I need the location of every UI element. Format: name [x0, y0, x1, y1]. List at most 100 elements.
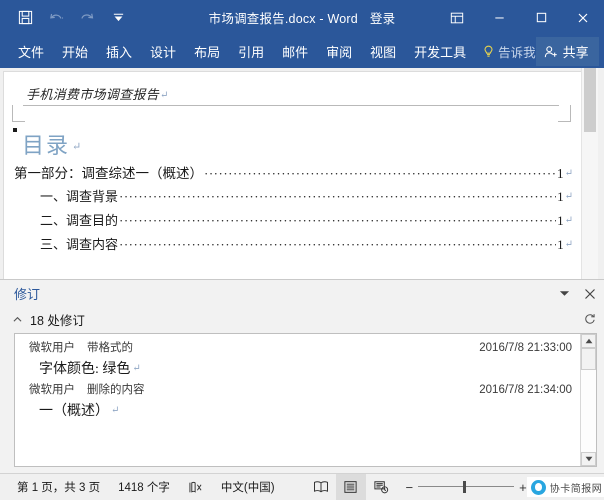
page-header-text: 手机消费市场调查报告↵	[26, 84, 169, 103]
save-icon[interactable]	[14, 7, 36, 29]
tab-file[interactable]: 文件	[14, 38, 53, 65]
close-icon[interactable]	[584, 288, 596, 300]
revision-type: 带格式的	[87, 339, 133, 358]
paragraph-mark: ↵	[111, 405, 119, 416]
margin-corner-top-left	[12, 105, 25, 122]
scrollbar-thumb[interactable]	[581, 348, 596, 370]
toc-entry-page: 1↵	[557, 237, 573, 253]
paragraph-mark: ↵	[160, 90, 169, 101]
tab-insert[interactable]: 插入	[97, 38, 141, 65]
word-window: 市场调查报告.docx - Word登录	[0, 0, 604, 500]
revision-body: 一（概述）↵	[29, 400, 572, 423]
page-indicator[interactable]: 第 1 页，共 3 页	[8, 474, 109, 500]
document-canvas: 手机消费市场调查报告↵ 目录↵ 第一部分：调查综述一（概述） ·········…	[0, 68, 604, 279]
minimize-icon[interactable]	[478, 0, 520, 35]
toc-page-number: 1	[557, 166, 564, 181]
table-of-contents: 第一部分：调查综述一（概述） ·························…	[14, 162, 573, 258]
revision-item[interactable]: 微软用户 带格式的 2016/7/8 21:33:00 字体颜色: 绿色↵	[15, 339, 580, 381]
window-controls	[436, 0, 604, 35]
paragraph-mark: ↵	[132, 363, 140, 374]
watermark-logo-icon	[531, 480, 546, 495]
undo-icon[interactable]	[45, 7, 67, 29]
toc-entry-label: 第一部分：调查综述一（概述）	[14, 162, 203, 182]
tell-me-box[interactable]: 告诉我	[483, 42, 536, 61]
word-count[interactable]: 1418 个字	[109, 474, 179, 500]
lightbulb-icon	[483, 45, 494, 58]
toc-entry[interactable]: 第一部分：调查综述一（概述） ·························…	[14, 162, 573, 186]
scroll-down-icon[interactable]	[581, 452, 596, 466]
toc-entry[interactable]: 一、调查背景 ·································…	[14, 186, 573, 210]
toc-leader-dots: ········································…	[204, 166, 556, 182]
language-indicator[interactable]: 中文(中国)	[212, 474, 284, 500]
revision-body: 字体颜色: 绿色↵	[29, 358, 572, 381]
toc-leader-dots: ········································…	[119, 213, 556, 229]
tab-mailings[interactable]: 邮件	[273, 38, 317, 65]
chevron-down-icon[interactable]	[559, 289, 570, 298]
toc-entry-page: 1↵	[557, 213, 573, 229]
sign-in-label[interactable]: 登录	[370, 12, 395, 26]
document-page[interactable]: 手机消费市场调查报告↵ 目录↵ 第一部分：调查综述一（概述） ·········…	[3, 71, 581, 279]
close-icon[interactable]	[562, 0, 604, 35]
zoom-slider-rail	[418, 486, 514, 487]
toc-entry-page: 1↵	[557, 189, 573, 205]
revisions-count-label: 18 处修订	[30, 310, 85, 329]
revision-meta: 微软用户 删除的内容 2016/7/8 21:34:00	[29, 381, 572, 400]
refresh-icon[interactable]	[584, 313, 596, 325]
ribbon-display-options-icon[interactable]	[436, 0, 478, 35]
print-layout-icon[interactable]	[336, 474, 366, 500]
title-bar: 市场调查报告.docx - Word登录	[0, 0, 604, 35]
revisions-vertical-scrollbar[interactable]	[580, 334, 596, 466]
paragraph-mark: ↵	[565, 239, 573, 250]
read-mode-icon[interactable]	[306, 474, 336, 500]
collapse-caret-icon[interactable]	[12, 316, 22, 323]
tab-view[interactable]: 视图	[361, 38, 405, 65]
document-vertical-scrollbar[interactable]	[581, 68, 598, 279]
person-add-icon	[544, 45, 559, 59]
zoom-slider[interactable]	[418, 481, 514, 493]
zoom-in-button[interactable]: +	[519, 481, 527, 494]
tab-review[interactable]: 审阅	[317, 38, 361, 65]
scroll-up-icon[interactable]	[581, 334, 596, 348]
proofing-errors-icon[interactable]	[179, 474, 212, 500]
toc-entry-page: 1↵	[557, 166, 573, 182]
paragraph-mark: ↵	[565, 191, 573, 202]
tab-references[interactable]: 引用	[229, 38, 273, 65]
revisions-count-row: 18 处修订	[0, 307, 604, 331]
toc-entry-label: 三、调查内容	[40, 234, 118, 253]
web-layout-icon[interactable]	[366, 474, 396, 500]
zoom-control: − +	[406, 481, 527, 494]
share-button[interactable]: 共享	[536, 37, 599, 66]
toc-page-number: 1	[557, 213, 564, 228]
maximize-icon[interactable]	[520, 0, 562, 35]
toc-heading: 目录↵	[22, 128, 81, 160]
zoom-slider-handle[interactable]	[463, 481, 466, 493]
toc-page-number: 1	[557, 189, 564, 204]
toc-entry[interactable]: 三、调查内容 ·································…	[14, 234, 573, 258]
revision-body-text: 一（概述）	[39, 404, 109, 419]
revision-body-text: 字体颜色: 绿色	[39, 362, 130, 377]
revisions-pane-header: 修订	[0, 280, 604, 307]
customize-qat-icon[interactable]	[107, 7, 129, 29]
toc-leader-dots: ········································…	[119, 237, 556, 253]
tab-home[interactable]: 开始	[53, 38, 97, 65]
revision-item[interactable]: 微软用户 删除的内容 2016/7/8 21:34:00 一（概述）↵	[15, 381, 580, 423]
tab-developer[interactable]: 开发工具	[405, 38, 475, 65]
watermark-label: 协卡简报网	[550, 480, 603, 495]
tab-design[interactable]: 设计	[141, 38, 185, 65]
toc-entry[interactable]: 二、调查目的 ·································…	[14, 210, 573, 234]
quick-access-toolbar	[0, 7, 129, 29]
toc-leader-dots: ········································…	[119, 189, 556, 205]
tab-layout[interactable]: 布局	[185, 38, 229, 65]
revisions-list: 微软用户 带格式的 2016/7/8 21:33:00 字体颜色: 绿色↵ 微软…	[15, 334, 580, 466]
scrollbar-thumb[interactable]	[584, 68, 596, 132]
status-bar: 第 1 页，共 3 页 1418 个字 中文(中国)	[0, 473, 604, 500]
revision-author: 微软用户	[29, 339, 75, 358]
view-mode-buttons	[306, 474, 396, 500]
watermark-badge: 协卡简报网	[527, 477, 604, 497]
revision-timestamp: 2016/7/8 21:34:00	[479, 381, 572, 400]
revision-type: 删除的内容	[87, 381, 145, 400]
redo-icon[interactable]	[76, 7, 98, 29]
zoom-out-button[interactable]: −	[406, 481, 414, 494]
margin-corner-top-right	[558, 105, 571, 122]
page-header-label: 手机消费市场调查报告	[26, 87, 159, 102]
